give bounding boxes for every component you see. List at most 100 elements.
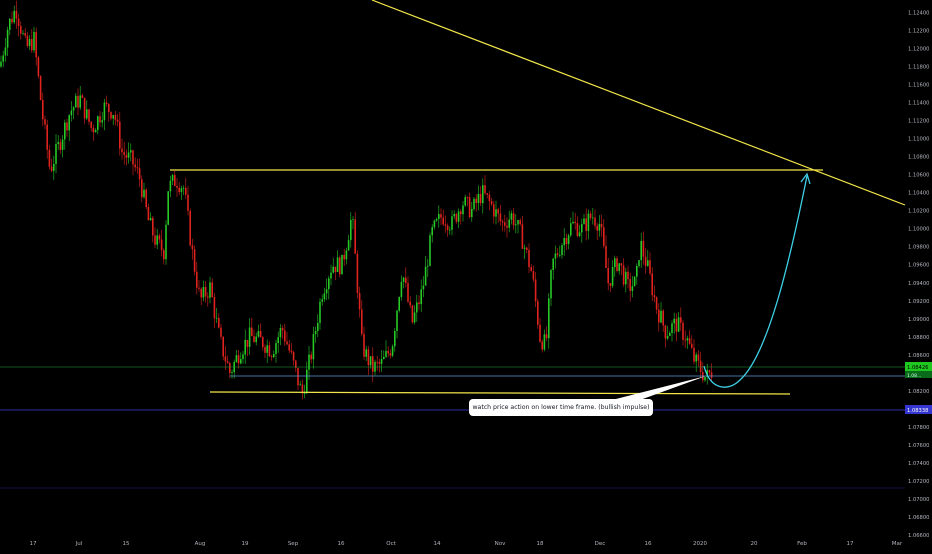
candle-body — [94, 130, 97, 133]
candle-body — [587, 213, 590, 231]
candle-body — [464, 197, 466, 206]
candle-body — [622, 265, 625, 285]
candle-body — [477, 193, 480, 203]
candle-body — [644, 256, 647, 266]
candle-body — [400, 281, 403, 298]
annotation-text: watch price action on lower time frame. … — [472, 404, 650, 411]
candle-body — [497, 209, 499, 214]
candle-body — [572, 221, 574, 224]
candle-body — [438, 214, 440, 219]
candle-body — [136, 167, 139, 169]
candle-body — [198, 287, 200, 289]
time-tick-label: 18 — [537, 541, 544, 547]
candle-body — [433, 220, 436, 228]
candle-body — [631, 286, 634, 291]
candle-body — [246, 339, 249, 347]
candle-body — [321, 299, 323, 302]
candle-body — [165, 224, 167, 260]
candle-body — [545, 334, 548, 339]
candle-body — [352, 219, 354, 221]
candle-body — [9, 18, 11, 30]
candle-body — [72, 107, 75, 111]
candle-body — [77, 95, 79, 108]
candle-body — [383, 356, 385, 360]
candle-body — [277, 337, 279, 344]
candle-body — [264, 347, 266, 353]
candle-body — [453, 214, 455, 217]
candle-body — [88, 109, 90, 122]
candle-body — [334, 266, 337, 273]
secondary-price-badge-label: 1.08... — [907, 373, 921, 379]
time-tick-label: Mar — [892, 541, 903, 547]
candle-body — [31, 39, 33, 51]
price-chart[interactable]: 1.12400 1.12200 1.12000 1.11800 1.11600 1.114… — [0, 0, 932, 550]
time-tick-label: Jul — [75, 541, 83, 547]
candle-body — [627, 271, 629, 280]
candle-body — [356, 253, 359, 294]
price-tick-label: 1.09800 — [908, 245, 929, 251]
candle-body — [97, 116, 99, 131]
time-tick-label: 17 — [847, 541, 854, 547]
candle-body — [154, 235, 156, 245]
candle-body — [411, 305, 414, 323]
price-tick-label: 1.11000 — [908, 137, 929, 143]
candle-body — [306, 369, 308, 394]
candle-body — [130, 150, 132, 153]
candle-body — [169, 180, 172, 192]
candle-body — [435, 218, 438, 221]
candle-body — [251, 327, 253, 337]
candle-body — [468, 197, 471, 218]
candle-body — [446, 225, 449, 231]
candle-body — [416, 302, 418, 313]
candle-body — [176, 185, 178, 188]
candle-body — [688, 338, 691, 344]
price-tick-label: 1.11400 — [908, 101, 929, 107]
candle-body — [387, 350, 389, 354]
candle-body — [633, 276, 636, 287]
candle-body — [693, 347, 695, 362]
candle-body — [407, 283, 409, 302]
candle-body — [37, 57, 40, 77]
chart-canvas[interactable]: 1.12400 1.12200 1.12000 1.11800 1.11600 1.114… — [0, 0, 932, 550]
candle-body — [684, 339, 686, 341]
candle-body — [424, 266, 427, 286]
price-tick-label: 1.09600 — [908, 263, 929, 269]
candle-body — [132, 150, 134, 165]
candle-body — [224, 356, 227, 362]
price-tick-label: 1.11800 — [908, 65, 929, 71]
candle-body — [314, 330, 317, 335]
price-tick-label: 1.10400 — [908, 191, 929, 197]
candle-body — [273, 353, 275, 358]
candle-body — [486, 193, 488, 195]
candle-body — [510, 213, 513, 220]
candle-body — [11, 18, 13, 23]
candle-body — [196, 271, 198, 288]
price-tick-label: 1.12000 — [908, 47, 929, 53]
annotation-callout[interactable]: watch price action on lower time frame. … — [469, 399, 653, 416]
candle-body — [620, 263, 623, 266]
candle-body — [651, 273, 653, 296]
candle-body — [202, 287, 205, 298]
candle-body — [257, 331, 260, 337]
candle-body — [123, 152, 125, 155]
candle-body — [182, 187, 185, 189]
candle-body — [479, 193, 482, 204]
candle-body — [248, 327, 251, 347]
candle-body — [592, 217, 594, 219]
candle-body — [222, 336, 224, 357]
candle-body — [389, 353, 392, 356]
candle-body — [444, 224, 447, 226]
candle-body — [341, 254, 343, 275]
candle-body — [345, 250, 348, 260]
candle-body — [380, 359, 383, 364]
candle-body — [297, 367, 299, 386]
candle-body — [99, 116, 101, 123]
candle-body — [121, 148, 123, 153]
time-tick-label: Feb — [797, 541, 807, 547]
candle-body — [354, 219, 356, 254]
candle-body — [53, 164, 55, 171]
candle-body — [614, 258, 616, 268]
candle-body — [528, 249, 530, 268]
candle-body — [83, 97, 86, 119]
candle-body — [2, 55, 4, 62]
